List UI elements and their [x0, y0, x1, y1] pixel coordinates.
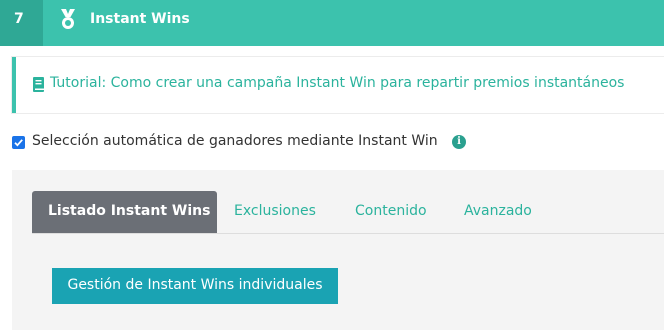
- medal-icon: [61, 9, 75, 29]
- auto-selection-label[interactable]: Selección automática de ganadores median…: [32, 133, 438, 149]
- step-number: 7: [0, 0, 43, 46]
- tutorial-link[interactable]: Tutorial: Como crear una campaña Instant…: [50, 75, 624, 91]
- tab-avanzado[interactable]: Avanzado: [464, 191, 532, 233]
- book-icon: [33, 77, 44, 92]
- manage-instant-wins-button[interactable]: Gestión de Instant Wins individuales: [52, 268, 338, 304]
- info-icon[interactable]: i: [452, 135, 466, 149]
- auto-selection-checkbox[interactable]: [12, 136, 25, 149]
- instant-wins-panel: Listado Instant Wins Exclusiones Conteni…: [12, 170, 664, 330]
- tutorial-callout: Tutorial: Como crear una campaña Instant…: [12, 57, 664, 113]
- section-header[interactable]: 7 Instant Wins: [0, 0, 664, 46]
- section-title: Instant Wins: [90, 11, 190, 27]
- tab-bar: Listado Instant Wins Exclusiones Conteni…: [32, 191, 664, 234]
- tab-exclusiones[interactable]: Exclusiones: [234, 191, 316, 233]
- tab-contenido[interactable]: Contenido: [355, 191, 427, 233]
- tab-listado-instant-wins[interactable]: Listado Instant Wins: [32, 191, 217, 233]
